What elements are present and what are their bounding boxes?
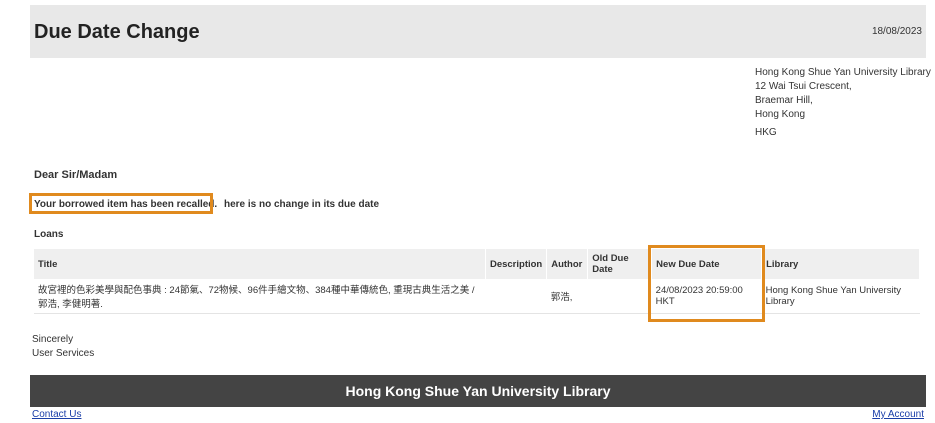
column-header-library: Library (761, 249, 920, 279)
cell-library: Hong Kong Shue Yan University Library (761, 279, 920, 314)
closing: Sincerely User Services (32, 333, 94, 361)
contact-us-link[interactable]: Contact Us (32, 409, 81, 420)
highlight-box-new-due-date (648, 245, 765, 322)
column-header-author: Author (546, 249, 589, 279)
page-title: Due Date Change (34, 21, 200, 43)
greeting: Dear Sir/Madam (34, 169, 118, 181)
column-header-title: Title (34, 249, 486, 279)
cell-description (485, 279, 547, 314)
column-header-description: Description (485, 249, 548, 279)
cell-author: 郭浩, (546, 279, 588, 314)
address-country: HKG (755, 127, 777, 138)
loans-label: Loans (34, 229, 64, 240)
footer-banner: Hong Kong Shue Yan University Library (30, 375, 926, 407)
footer-title: Hong Kong Shue Yan University Library (345, 383, 611, 399)
library-address: Hong Kong Shue Yan University Library 12… (755, 66, 931, 140)
table-header-row: Title Description Author Old Due Date Ne… (34, 249, 920, 279)
my-account-link[interactable]: My Account (872, 409, 924, 420)
address-line: Braemar Hill, (755, 95, 813, 106)
address-line: Hong Kong (755, 109, 806, 120)
page-header: Due Date Change 18/08/2023 (30, 5, 926, 58)
loans-table: Title Description Author Old Due Date Ne… (34, 249, 920, 314)
highlight-box-recalled (29, 193, 213, 214)
closing-signature: User Services (32, 348, 95, 359)
recall-message-rest: here is no change in its due date (223, 199, 380, 210)
address-line: Hong Kong Shue Yan University Library (755, 67, 931, 78)
closing-line: Sincerely (32, 334, 74, 345)
notice-date: 18/08/2023 (871, 26, 922, 37)
cell-old-due-date (587, 279, 652, 314)
table-row: 故宮裡的色彩美學與配色事典 : 24節氣、72物候、96件手繪文物、384種中華… (34, 279, 920, 314)
column-header-old-due-date: Old Due Date (587, 249, 653, 279)
address-line: 12 Wai Tsui Crescent, (755, 81, 852, 92)
cell-title: 故宮裡的色彩美學與配色事典 : 24節氣、72物候、96件手繪文物、384種中華… (34, 279, 486, 314)
